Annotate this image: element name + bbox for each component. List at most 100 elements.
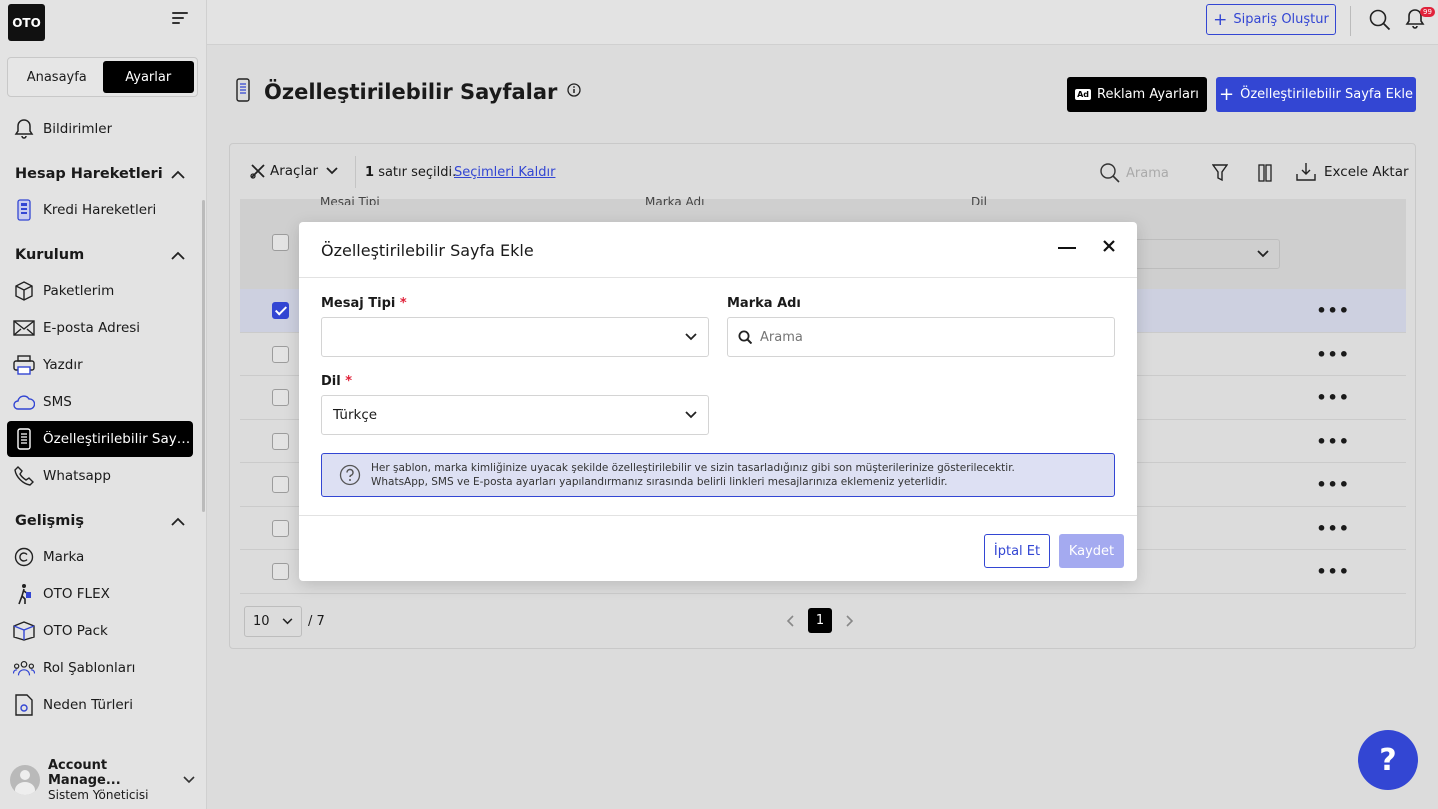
divider — [299, 515, 1137, 516]
chevron-right-icon[interactable] — [846, 614, 854, 627]
filter-icon[interactable] — [1211, 164, 1229, 186]
sidebar-item-sms[interactable]: SMS — [7, 384, 193, 420]
sidebar-item-credit[interactable]: Kredi Hareketleri — [7, 192, 193, 228]
export-excel-button[interactable]: Excele Aktar — [1296, 162, 1409, 182]
divider — [355, 156, 356, 188]
more-icon[interactable]: ••• — [1316, 562, 1350, 581]
sidebar-item-reasons[interactable]: Neden Türleri — [7, 687, 193, 723]
row-checkbox[interactable] — [272, 563, 289, 580]
chevron-down-icon — [326, 167, 338, 175]
help-button[interactable]: ? — [1358, 730, 1418, 790]
selected-count: 1 — [365, 165, 375, 180]
create-order-label: Sipariş Oluştur — [1233, 12, 1329, 27]
copyright-icon — [13, 546, 35, 568]
tab-home[interactable]: Anasayfa — [11, 61, 103, 93]
section-setup[interactable]: Kurulum — [15, 247, 185, 263]
info-icon[interactable] — [567, 83, 582, 101]
walking-person-icon — [13, 583, 35, 605]
more-icon[interactable]: ••• — [1316, 345, 1350, 364]
sidebar-item-flex[interactable]: OTO FLEX — [7, 576, 193, 612]
sidebar-item-brand[interactable]: Marka — [7, 539, 193, 575]
section-account-movements[interactable]: Hesap Hareketleri — [15, 166, 185, 182]
chevron-up-icon — [171, 251, 185, 260]
row-checkbox[interactable] — [272, 389, 289, 406]
cancel-button[interactable]: İptal Et — [984, 534, 1050, 568]
sidebar-item-packages[interactable]: Paketlerim — [7, 273, 193, 309]
account-menu[interactable]: Account Manage... Sistem Yöneticisi — [10, 758, 195, 802]
select-all-checkbox[interactable] — [272, 234, 289, 251]
phone-page-icon — [236, 78, 250, 106]
chevron-down-icon — [685, 411, 697, 419]
tab-settings[interactable]: Ayarlar — [102, 61, 194, 93]
sidebar-item-whatsapp[interactable]: Whatsapp — [7, 458, 193, 494]
minimize-icon[interactable] — [1058, 247, 1076, 249]
language-filter-select[interactable] — [1133, 239, 1280, 269]
create-order-button[interactable]: + Sipariş Oluştur — [1206, 4, 1336, 35]
more-icon[interactable]: ••• — [1316, 301, 1350, 320]
save-button[interactable]: Kaydet — [1059, 534, 1124, 568]
column-header-brand[interactable]: Marka Adı — [645, 195, 705, 205]
close-icon[interactable] — [1102, 239, 1116, 257]
download-icon — [1296, 163, 1316, 181]
package-icon — [13, 280, 35, 302]
modal-title: Özelleştirilebilir Sayfa Ekle — [321, 241, 534, 260]
row-checkbox[interactable] — [272, 432, 289, 450]
chevron-down-icon — [1257, 250, 1269, 258]
more-icon[interactable]: ••• — [1316, 519, 1350, 538]
chevron-left-icon[interactable] — [786, 614, 794, 627]
sidebar-item-email[interactable]: E-posta Adresi — [7, 310, 193, 346]
add-custom-page-label: Özelleştirilebilir Sayfa Ekle — [1240, 87, 1413, 102]
sidebar-item-label: Neden Türleri — [43, 697, 133, 713]
columns-icon[interactable] — [1258, 164, 1272, 186]
sidebar-item-custom-pages[interactable]: Özelleştirilebilir Sayfalar — [7, 421, 193, 457]
info-line: Her şablon, marka kimliğinize uyacak şek… — [371, 461, 1015, 474]
column-header-language[interactable]: Dil — [971, 195, 987, 205]
more-icon[interactable]: ••• — [1316, 388, 1350, 407]
section-advanced[interactable]: Gelişmiş — [15, 513, 185, 529]
pager: 1 — [786, 608, 854, 633]
sidebar-item-label: E-posta Adresi — [43, 320, 141, 336]
row-checkbox[interactable] — [272, 476, 289, 493]
sidebar-item-notifications[interactable]: Bildirimler — [7, 111, 193, 147]
message-type-select[interactable] — [321, 317, 709, 357]
search-icon[interactable] — [1369, 9, 1391, 35]
tools-dropdown[interactable]: Araçlar — [250, 163, 338, 179]
sidebar-item-pack[interactable]: OTO Pack — [7, 613, 193, 649]
mail-icon — [13, 317, 35, 339]
more-icon[interactable]: ••• — [1316, 475, 1350, 494]
page-title: Özelleştirilebilir Sayfalar — [264, 80, 558, 104]
ad-settings-button[interactable]: Ad Reklam Ayarları — [1067, 77, 1207, 112]
menu-toggle-icon[interactable] — [172, 12, 188, 26]
page-size-control: 10 / 7 — [244, 606, 325, 637]
phone-icon — [13, 465, 35, 487]
column-header-message-type[interactable]: Mesaj Tipi — [320, 195, 380, 205]
row-checkbox[interactable] — [272, 302, 289, 319]
selected-text: satır seçildi. — [378, 165, 457, 180]
cloud-icon — [13, 391, 35, 413]
row-checkbox[interactable] — [272, 345, 289, 363]
sidebar-item-label: Paketlerim — [43, 283, 115, 299]
chevron-down-icon — [282, 618, 293, 625]
sidebar-item-roles[interactable]: Rol Şablonları — [7, 650, 193, 686]
more-icon[interactable]: ••• — [1316, 432, 1350, 451]
account-name: Account Manage... — [48, 758, 121, 788]
page-button[interactable]: 1 — [808, 608, 832, 633]
brand-search-input[interactable] — [760, 329, 1090, 345]
language-select[interactable]: Türkçe — [321, 395, 709, 435]
ad-icon: Ad — [1075, 89, 1091, 100]
page-size-select[interactable]: 10 — [244, 606, 302, 637]
clear-selection-link[interactable]: Seçimleri Kaldır — [454, 165, 555, 180]
search-icon — [738, 330, 752, 344]
total-pages: / 7 — [308, 614, 325, 629]
add-custom-page-button[interactable]: + Özelleştirilebilir Sayfa Ekle — [1216, 77, 1416, 112]
logo[interactable]: OTO — [8, 4, 45, 41]
section-title: Kurulum — [15, 247, 85, 263]
document-gear-icon — [13, 694, 35, 716]
brand-search-field[interactable] — [727, 317, 1115, 357]
search-icon — [1100, 163, 1120, 183]
table-search[interactable]: Arama — [1100, 163, 1169, 183]
row-checkbox[interactable] — [272, 519, 289, 537]
sidebar-item-printer[interactable]: Yazdır — [7, 347, 193, 383]
phone-page-icon — [13, 428, 35, 450]
sidebar-scrollbar[interactable] — [202, 200, 205, 512]
